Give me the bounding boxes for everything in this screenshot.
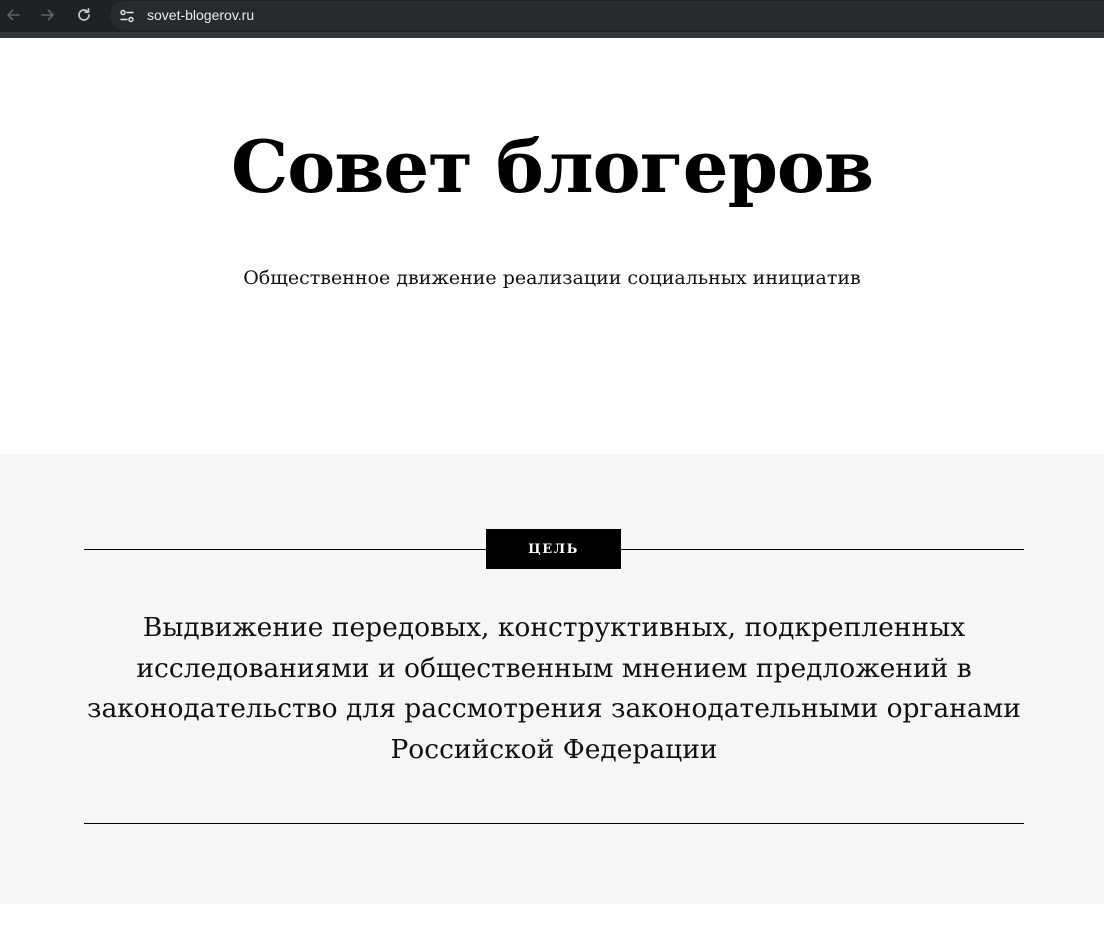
back-button[interactable]	[1, 4, 25, 26]
site-title[interactable]: Совет блогеров	[0, 122, 1104, 212]
tune-icon	[120, 9, 134, 23]
site-info-button[interactable]	[118, 7, 136, 25]
divider-bottom	[84, 823, 1024, 824]
reload-icon	[78, 7, 90, 21]
site-subtitle: Общественное движение реализации социаль…	[243, 267, 861, 289]
site-header: Совет блогеров Общественное движение реа…	[0, 38, 1104, 454]
reload-button[interactable]	[72, 4, 96, 26]
forward-button[interactable]	[36, 4, 60, 26]
address-bar[interactable]: sovet-blogerov.ru	[110, 1, 1104, 30]
goal-badge: ЦЕЛЬ	[486, 529, 621, 569]
arrow-left-icon	[7, 9, 20, 21]
browser-toolbar: sovet-blogerov.ru	[0, 0, 1104, 38]
goal-section: ЦЕЛЬ Выдвижение передовых, конструктивны…	[0, 454, 1104, 904]
arrow-right-icon	[41, 9, 54, 21]
goal-text: Выдвижение передовых, конструктивных, по…	[87, 612, 1021, 765]
url-text[interactable]: sovet-blogerov.ru	[147, 7, 254, 23]
